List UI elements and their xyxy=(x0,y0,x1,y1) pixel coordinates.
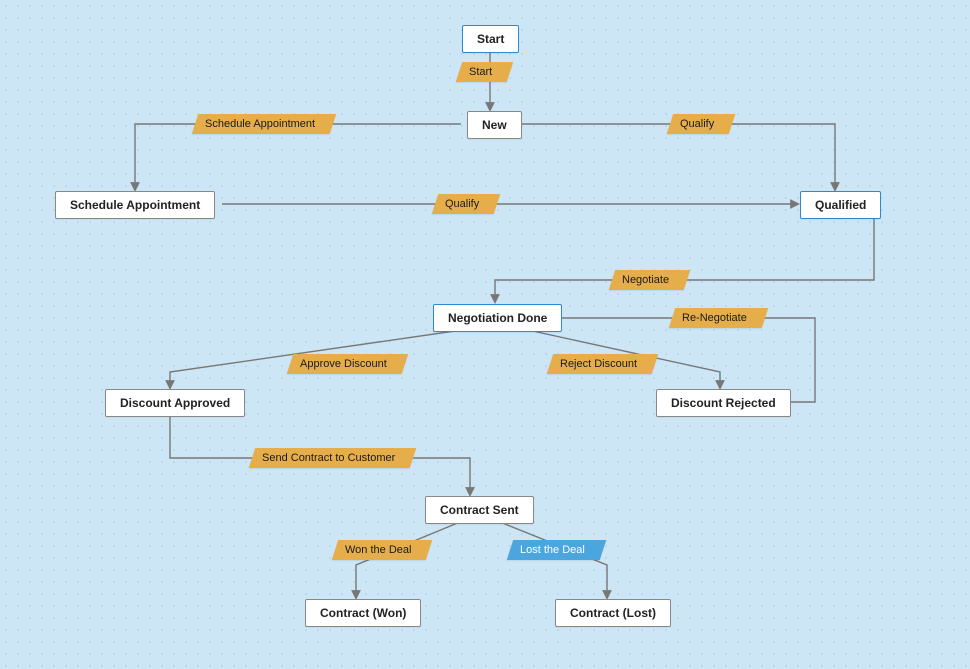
node-label: Start xyxy=(477,32,504,46)
node-label: Discount Rejected xyxy=(671,396,776,410)
edge-label: Schedule Appointment xyxy=(205,118,315,130)
edge-send-contract[interactable]: Send Contract to Customer xyxy=(249,448,417,468)
edge-reject-discount[interactable]: Reject Discount xyxy=(547,354,659,374)
node-contract-sent[interactable]: Contract Sent xyxy=(425,496,534,524)
edge-label: Qualify xyxy=(680,118,714,130)
node-contract-lost[interactable]: Contract (Lost) xyxy=(555,599,671,627)
edge-label: Re-Negotiate xyxy=(682,312,747,324)
node-discount-rejected[interactable]: Discount Rejected xyxy=(656,389,791,417)
edge-re-negotiate[interactable]: Re-Negotiate xyxy=(669,308,768,328)
node-schedule-appointment[interactable]: Schedule Appointment xyxy=(55,191,215,219)
node-discount-approved[interactable]: Discount Approved xyxy=(105,389,245,417)
edge-label: Start xyxy=(469,66,492,78)
edge-negotiate[interactable]: Negotiate xyxy=(609,270,691,290)
edge-label: Negotiate xyxy=(622,274,669,286)
edge-qualify-from-new[interactable]: Qualify xyxy=(667,114,736,134)
edge-approve-discount[interactable]: Approve Discount xyxy=(287,354,408,374)
node-new[interactable]: New xyxy=(467,111,522,139)
edge-label: Won the Deal xyxy=(345,544,411,556)
edge-start[interactable]: Start xyxy=(456,62,514,82)
node-label: Contract (Lost) xyxy=(570,606,656,620)
node-label: Negotiation Done xyxy=(448,311,547,325)
node-label: Contract (Won) xyxy=(320,606,406,620)
node-start[interactable]: Start xyxy=(462,25,519,53)
node-label: Discount Approved xyxy=(120,396,230,410)
node-label: Schedule Appointment xyxy=(70,198,200,212)
node-qualified[interactable]: Qualified xyxy=(800,191,881,219)
edge-label: Reject Discount xyxy=(560,358,637,370)
edge-lost-the-deal[interactable]: Lost the Deal xyxy=(507,540,606,560)
node-contract-won[interactable]: Contract (Won) xyxy=(305,599,421,627)
node-label: New xyxy=(482,118,507,132)
node-label: Contract Sent xyxy=(440,503,519,517)
edge-qualify-from-appointment[interactable]: Qualify xyxy=(432,194,501,214)
flow-connectors xyxy=(0,0,970,669)
edge-label: Lost the Deal xyxy=(520,544,585,556)
edge-schedule-appointment[interactable]: Schedule Appointment xyxy=(192,114,337,134)
edge-label: Approve Discount xyxy=(300,358,387,370)
edge-label: Qualify xyxy=(445,198,479,210)
edge-won-the-deal[interactable]: Won the Deal xyxy=(332,540,433,560)
node-negotiation-done[interactable]: Negotiation Done xyxy=(433,304,562,332)
node-label: Qualified xyxy=(815,198,866,212)
edge-label: Send Contract to Customer xyxy=(262,452,395,464)
